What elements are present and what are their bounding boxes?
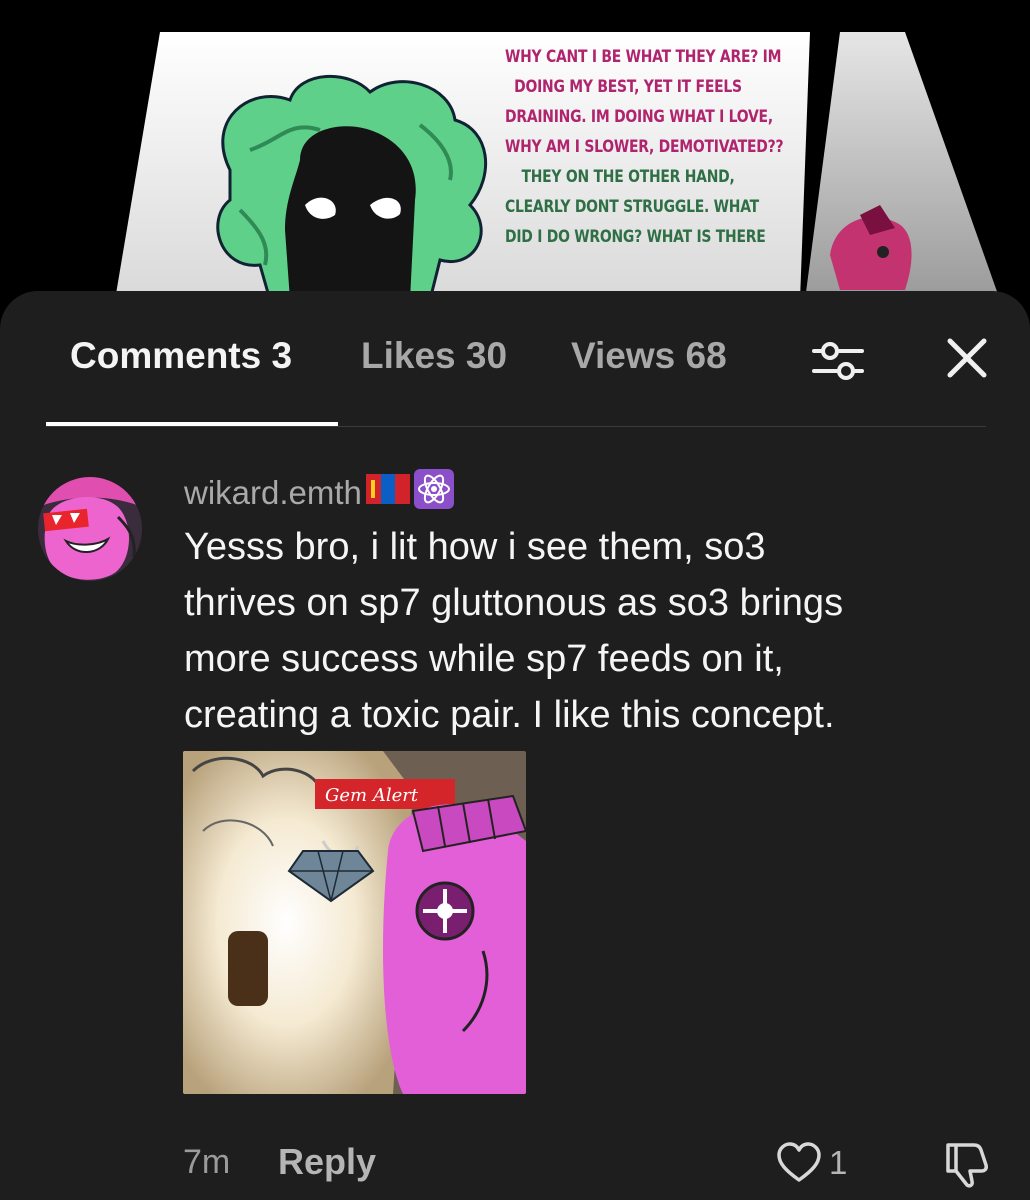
heart-icon	[777, 1142, 821, 1182]
tab-likes[interactable]: Likes 30	[361, 335, 507, 377]
thumbs-down-icon	[946, 1143, 988, 1188]
avatar-image	[38, 477, 142, 581]
video-background[interactable]: WHY CANT I BE WHAT THEY ARE? IM DOING MY…	[0, 0, 1030, 300]
overlay-line: WHY AM I SLOWER, DEMOTIVATED??	[505, 137, 784, 157]
comment-meta-row: 7m Reply 1	[0, 1135, 1030, 1195]
tab-comments[interactable]: Comments 3	[70, 335, 292, 377]
tab-divider	[46, 426, 986, 427]
tab-views[interactable]: Views 68	[571, 335, 727, 377]
reply-button[interactable]: Reply	[278, 1141, 376, 1183]
atom-icon	[413, 469, 454, 517]
comment-username[interactable]: wikard.emth	[184, 469, 454, 517]
overlay-line: WHY CANT I BE WHAT THEY ARE? IM	[505, 47, 782, 67]
gem-alert-meme-image: Gem Alert	[183, 751, 526, 1094]
sliders-icon	[812, 342, 864, 380]
image-caption-text: Gem Alert	[325, 785, 419, 806]
overlay-line: DOING MY BEST, YET IT FEELS	[514, 77, 742, 97]
comment-line: more success while sp7 feeds on it,	[184, 638, 784, 680]
like-button[interactable]: 1	[775, 1135, 847, 1191]
close-icon	[947, 338, 987, 378]
comment-text: Yesss bro, i lit how i see them, so3 thr…	[184, 519, 1004, 743]
mongolia-flag-icon	[365, 474, 410, 512]
overlay-line: CLEARLY DONT STRUGGLE. WHAT	[505, 197, 759, 217]
close-button[interactable]	[938, 331, 994, 387]
video-overlay-text: WHY CANT I BE WHAT THEY ARE? IM DOING MY…	[505, 42, 784, 252]
avatar[interactable]	[38, 477, 142, 581]
username-text: wikard.emth	[184, 474, 362, 511]
tab-bar: Comments 3 Likes 30 Views 68	[0, 291, 1030, 431]
comment-line: Yesss bro, i lit how i see them, so3	[184, 526, 766, 568]
comment-line: creating a toxic pair. I like this conce…	[184, 694, 835, 736]
comments-sheet: Comments 3 Likes 30 Views 68 wikard.emth…	[0, 291, 1030, 1200]
comment-attached-image[interactable]: Gem Alert	[183, 751, 526, 1094]
like-count: 1	[829, 1144, 848, 1181]
overlay-line: DRAINING. IM DOING WHAT I LOVE,	[505, 107, 773, 127]
dislike-button[interactable]	[940, 1137, 994, 1191]
overlay-line: DID I DO WRONG? WHAT IS THERE	[505, 227, 766, 247]
comment-timestamp: 7m	[183, 1143, 231, 1181]
filter-button[interactable]	[808, 331, 868, 391]
overlay-line: THEY ON THE OTHER HAND,	[521, 167, 735, 187]
comment-line: thrives on sp7 gluttonous as so3 brings	[184, 582, 844, 624]
